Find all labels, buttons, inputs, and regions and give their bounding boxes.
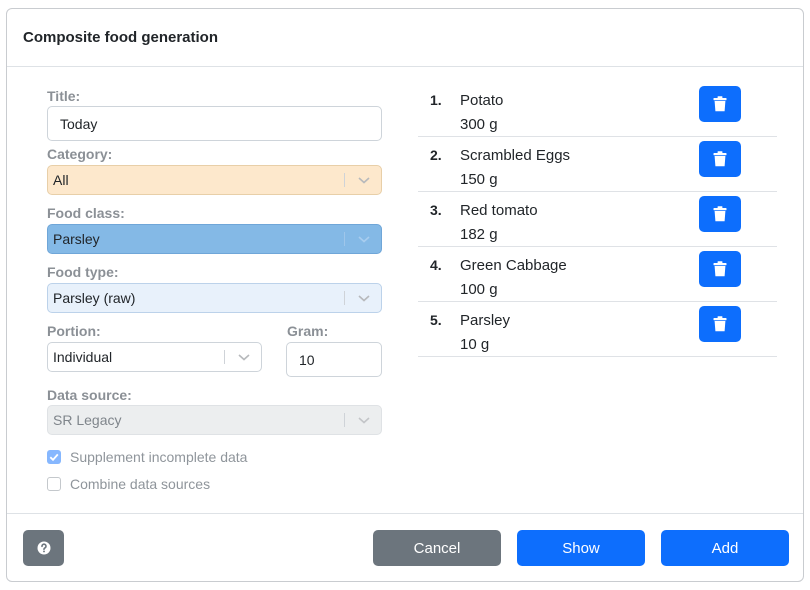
item-number: 3.	[430, 202, 442, 218]
item-amount: 300 g	[460, 116, 498, 133]
supplement-checkbox[interactable]	[47, 450, 61, 464]
item-amount: 100 g	[460, 281, 498, 298]
help-button[interactable]	[23, 530, 64, 566]
title-input[interactable]: Today	[47, 106, 382, 141]
list-item: 2. Scrambled Eggs 150 g	[418, 137, 777, 192]
add-button[interactable]: Add	[661, 530, 789, 566]
data-source-label: Data source:	[47, 387, 132, 403]
delete-item-button[interactable]	[699, 251, 741, 287]
delete-item-button[interactable]	[699, 86, 741, 122]
chevron-down-icon	[358, 236, 370, 243]
item-number: 5.	[430, 312, 442, 328]
select-separator	[344, 173, 345, 187]
question-circle-icon	[37, 541, 50, 555]
item-number: 1.	[430, 92, 442, 108]
title-input-value: Today	[60, 115, 98, 132]
category-select-value: All	[53, 172, 69, 188]
category-select[interactable]: All	[47, 165, 382, 195]
chevron-down-icon	[358, 417, 370, 424]
title-label: Title:	[47, 88, 81, 104]
combine-checkbox[interactable]	[47, 477, 61, 491]
food-type-label: Food type:	[47, 264, 119, 280]
combine-label: Combine data sources	[70, 476, 211, 492]
trash-icon	[713, 151, 727, 167]
delete-item-button[interactable]	[699, 306, 741, 342]
list-item: 5. Parsley 10 g	[418, 302, 777, 357]
gram-input[interactable]: 10	[286, 342, 382, 377]
food-class-select-value: Parsley	[53, 231, 100, 247]
item-number: 4.	[430, 257, 442, 273]
chevron-down-icon	[358, 177, 370, 184]
item-name: Potato	[460, 92, 504, 109]
gram-input-value: 10	[299, 351, 315, 368]
food-type-select[interactable]: Parsley (raw)	[47, 283, 382, 313]
category-label: Category:	[47, 146, 113, 162]
list-item: 4. Green Cabbage 100 g	[418, 247, 777, 302]
item-number: 2.	[430, 147, 442, 163]
composite-food-dialog: Composite food generation Title: Today C…	[6, 8, 804, 582]
food-class-label: Food class:	[47, 205, 125, 221]
food-class-select[interactable]: Parsley	[47, 224, 382, 254]
list-item: 3. Red tomato 182 g	[418, 192, 777, 247]
portion-label: Portion:	[47, 323, 101, 339]
portion-select-value: Individual	[53, 349, 113, 365]
food-type-select-value: Parsley (raw)	[53, 290, 136, 306]
item-name: Parsley	[460, 312, 511, 329]
portion-select[interactable]: Individual	[47, 342, 262, 372]
item-name: Green Cabbage	[460, 257, 567, 274]
select-separator	[224, 350, 225, 364]
item-amount: 182 g	[460, 226, 498, 243]
list-item: 1. Potato 300 g	[418, 82, 777, 137]
select-separator	[344, 291, 345, 305]
trash-icon	[713, 96, 727, 112]
dialog-header: Composite food generation	[7, 9, 803, 67]
item-name: Scrambled Eggs	[460, 147, 571, 164]
supplement-label: Supplement incomplete data	[70, 449, 248, 465]
delete-item-button[interactable]	[699, 141, 741, 177]
dialog-title: Composite food generation	[23, 29, 218, 46]
cancel-button[interactable]: Cancel	[373, 530, 501, 566]
trash-icon	[713, 316, 727, 332]
item-amount: 150 g	[460, 171, 498, 188]
chevron-down-icon	[358, 295, 370, 302]
trash-icon	[713, 206, 727, 222]
chevron-down-icon	[238, 354, 250, 361]
show-button[interactable]: Show	[517, 530, 645, 566]
item-amount: 10 g	[460, 336, 490, 353]
select-separator	[344, 232, 345, 246]
item-name: Red tomato	[460, 202, 538, 219]
data-source-select-value: SR Legacy	[53, 412, 122, 428]
dialog-footer: Cancel Show Add	[7, 513, 803, 581]
check-icon	[49, 453, 59, 462]
gram-label: Gram:	[287, 323, 329, 339]
trash-icon	[713, 261, 727, 277]
select-separator	[344, 413, 345, 427]
delete-item-button[interactable]	[699, 196, 741, 232]
data-source-select: SR Legacy	[47, 405, 382, 435]
